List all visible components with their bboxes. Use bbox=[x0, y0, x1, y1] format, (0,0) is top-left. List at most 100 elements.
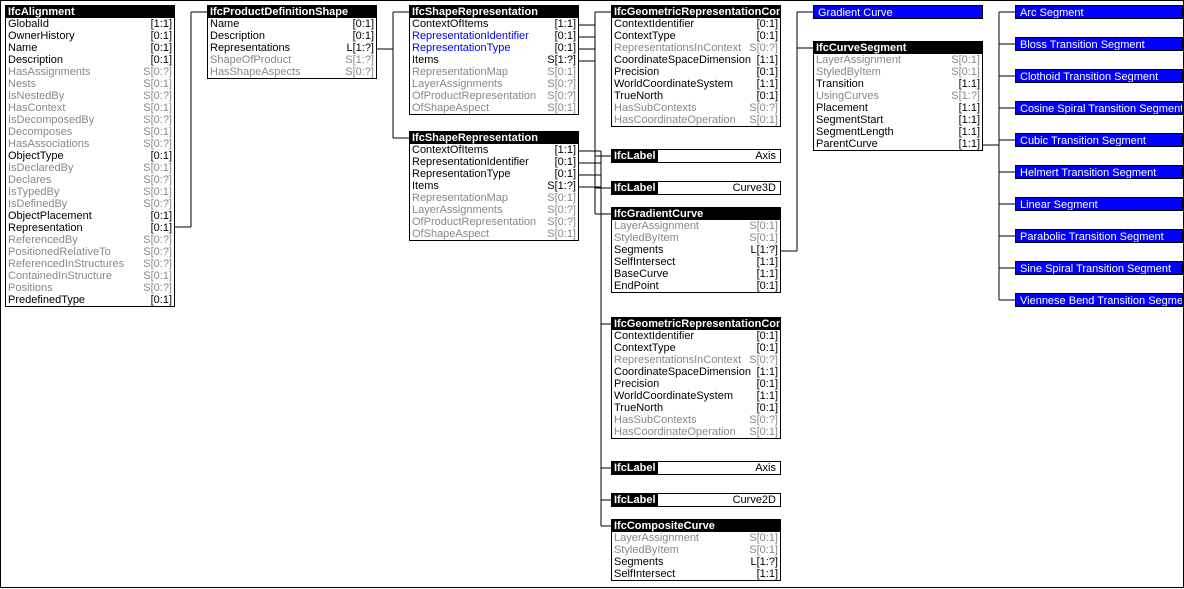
attr-cardinality: [0:1] bbox=[551, 156, 576, 168]
attr-cardinality: [1:1] bbox=[147, 18, 172, 30]
attr-cardinality: [0:1] bbox=[147, 294, 172, 306]
attr-name: ObjectType bbox=[8, 150, 64, 162]
entity-header: IfcAlignment bbox=[6, 6, 174, 18]
attr-name: TrueNorth bbox=[614, 90, 663, 102]
attr-name: WorldCoordinateSystem bbox=[614, 78, 733, 90]
entity-attr-row: LayerAssignmentS[0:1] bbox=[612, 220, 780, 232]
attr-name: Description bbox=[8, 54, 63, 66]
attr-cardinality: [0:1] bbox=[147, 42, 172, 54]
attr-name: Segments bbox=[614, 556, 664, 568]
attr-name: Transition bbox=[816, 78, 864, 90]
entity-attr-row: EndPoint[0:1] bbox=[612, 280, 780, 292]
entity-attr-row: RepresentationsInContextS[0:?] bbox=[612, 42, 780, 54]
attr-name: HasShapeAspects bbox=[210, 66, 301, 78]
entity-attr-row: WorldCoordinateSystem[1:1] bbox=[612, 390, 780, 402]
type-box-tJ: Viennese Bend Transition Segmen bbox=[1015, 293, 1183, 307]
attr-name: HasCoordinateOperation bbox=[614, 426, 736, 438]
entity-attr-row: ContainedInStructureS[0:1] bbox=[6, 270, 174, 282]
attr-name: CoordinateSpaceDimension bbox=[614, 366, 751, 378]
attr-name: HasAssignments bbox=[8, 66, 91, 78]
attr-cardinality: S[0:1] bbox=[543, 66, 576, 78]
entity-attr-row: WorldCoordinateSystem[1:1] bbox=[612, 78, 780, 90]
attr-name: IsTypedBy bbox=[8, 186, 59, 198]
attr-name: PositionedRelativeTo bbox=[8, 246, 111, 258]
entity-attr-row: RepresentationMapS[0:1] bbox=[410, 192, 578, 204]
entity-attr-row: SelfIntersect[1:1] bbox=[612, 568, 780, 580]
attr-name: WorldCoordinateSystem bbox=[614, 390, 733, 402]
attr-name: ObjectPlacement bbox=[8, 210, 92, 222]
attr-name: Name bbox=[210, 18, 239, 30]
attr-name: RepresentationIdentifier bbox=[412, 30, 529, 42]
attr-name: OwnerHistory bbox=[8, 30, 75, 42]
attr-name: Declares bbox=[8, 174, 51, 186]
entity-attr-row: ShapeOfProductS[1:?] bbox=[208, 54, 376, 66]
attr-name: IsDefinedBy bbox=[8, 198, 67, 210]
attr-name: ContextIdentifier bbox=[614, 18, 694, 30]
entity-header: IfcGradientCurve bbox=[612, 208, 780, 220]
entity-header: IfcShapeRepresentation bbox=[410, 132, 578, 144]
entity-attr-row: IsTypedByS[0:1] bbox=[6, 186, 174, 198]
attr-cardinality: S[0:1] bbox=[139, 126, 172, 138]
attr-cardinality: [1:1] bbox=[551, 18, 576, 30]
label-value: Curve3D bbox=[658, 182, 780, 194]
attr-name: HasSubContexts bbox=[614, 102, 697, 114]
attr-cardinality: [1:1] bbox=[753, 568, 778, 580]
entity-attr-row: OfShapeAspectS[0:1] bbox=[410, 228, 578, 240]
attr-cardinality: S[0:1] bbox=[947, 66, 980, 78]
attr-cardinality: S[0:?] bbox=[139, 198, 172, 210]
attr-name: Placement bbox=[816, 102, 868, 114]
entity-attr-row: LayerAssignmentsS[0:?] bbox=[410, 78, 578, 90]
entity-attr-row: ItemsS[1:?] bbox=[410, 180, 578, 192]
attr-name: UsingCurves bbox=[816, 90, 879, 102]
entity-attr-row: ItemsS[1:?] bbox=[410, 54, 578, 66]
attr-name: GlobalId bbox=[8, 18, 49, 30]
attr-cardinality: [1:1] bbox=[753, 54, 778, 66]
attr-name: BaseCurve bbox=[614, 268, 668, 280]
entity-attr-row: DecomposesS[0:1] bbox=[6, 126, 174, 138]
attr-cardinality: S[0:?] bbox=[543, 90, 576, 102]
attr-name: ContainedInStructure bbox=[8, 270, 112, 282]
connector-lines bbox=[1, 1, 1184, 589]
entity-attr-row: CoordinateSpaceDimension[1:1] bbox=[612, 54, 780, 66]
type-box-tE: Cubic Transition Segment bbox=[1015, 133, 1183, 147]
attr-cardinality: [0:1] bbox=[147, 150, 172, 162]
entity-attr-row: StyledByItem S[0:1] bbox=[612, 544, 780, 556]
attr-cardinality: S[0:?] bbox=[139, 90, 172, 102]
attr-cardinality: S[0:1] bbox=[139, 102, 172, 114]
type-box-tD: Cosine Spiral Transition Segment bbox=[1015, 101, 1183, 115]
entity-header: IfcShapeRepresentation bbox=[410, 6, 578, 18]
attr-cardinality: S[0:1] bbox=[745, 544, 778, 556]
type-box-tF: Helmert Transition Segment bbox=[1015, 165, 1183, 179]
type-box-t12: Gradient Curve bbox=[813, 5, 983, 19]
entity-attr-row: HasContextS[0:1] bbox=[6, 102, 174, 114]
attr-cardinality: [0:1] bbox=[753, 18, 778, 30]
entity-attr-row: HasCoordinateOperationS[0:1] bbox=[612, 114, 780, 126]
type-box-tH: Parabolic Transition Segment bbox=[1015, 229, 1183, 243]
attr-name: SegmentStart bbox=[816, 114, 883, 126]
attr-cardinality: S[1:?] bbox=[543, 54, 576, 66]
entity-attr-row: Name[0:1] bbox=[6, 42, 174, 54]
attr-name: ContextType bbox=[614, 342, 676, 354]
entity-attr-row: ObjectPlacement[0:1] bbox=[6, 210, 174, 222]
attr-name: StyledByItem bbox=[614, 544, 679, 556]
entity-attr-row: IsDeclaredByS[0:1] bbox=[6, 162, 174, 174]
attr-cardinality: L[1:?] bbox=[746, 556, 778, 568]
attr-name: TrueNorth bbox=[614, 402, 663, 414]
attr-name: LayerAssignments bbox=[412, 78, 503, 90]
entity-attr-row: RepresentationsL[1:?] bbox=[208, 42, 376, 54]
attr-cardinality: [0:1] bbox=[349, 18, 374, 30]
attr-name: Representation bbox=[8, 222, 83, 234]
entity-header: IfcProductDefinitionShape bbox=[208, 6, 376, 18]
attr-name: HasSubContexts bbox=[614, 414, 697, 426]
attr-name: OfProductRepresentation bbox=[412, 216, 536, 228]
entity-e0: IfcAlignmentGlobalId [1:1] OwnerHistory [0:… bbox=[5, 5, 175, 307]
label-value: Axis bbox=[658, 150, 780, 162]
attr-name: LayerAssignments bbox=[412, 204, 503, 216]
entity-attr-row: NestsS[0:1] bbox=[6, 78, 174, 90]
attr-cardinality: [0:1] bbox=[551, 30, 576, 42]
entity-attr-row: PositionsS[0:?] bbox=[6, 282, 174, 294]
entity-attr-row: IsDefinedBy S[0:?] bbox=[6, 198, 174, 210]
attr-cardinality: [1:1] bbox=[955, 102, 980, 114]
label-box-l9: IfcLabelAxis bbox=[611, 461, 781, 475]
attr-name: ShapeOfProduct bbox=[210, 54, 291, 66]
